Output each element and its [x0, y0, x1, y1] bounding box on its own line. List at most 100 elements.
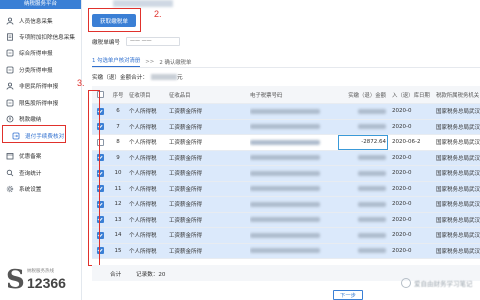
- table-row[interactable]: 9 个人所得税 工资薪金所得 2020-0 国家税务总局武汉: [92, 150, 480, 166]
- breadcrumb: [113, 0, 173, 7]
- cell-tax-category: 工资薪金所得: [169, 140, 203, 147]
- cell-tax-authority: 国家税务总局武汉: [436, 124, 480, 131]
- divider: [92, 67, 480, 68]
- step-tabs: 1 勾选单户核对清册 >> 2 确认缴税单: [92, 56, 191, 67]
- person-icon: [6, 17, 14, 25]
- header-tax-item: 征收项目: [129, 92, 151, 99]
- sidebar-item-label: 专项附加扣除信息采集: [19, 35, 75, 41]
- sidebar-item-2[interactable]: 专项附加扣除信息采集: [3, 29, 79, 45]
- tax-slip-filter: 缴税单编号 —— ——: [92, 37, 180, 46]
- cell-date: 2020-06-2: [392, 139, 421, 146]
- sidebar-item-11[interactable]: 系统设置: [3, 181, 79, 197]
- cell-amount-redacted: [338, 166, 388, 181]
- cell-amount: -2872.64: [361, 139, 386, 146]
- table-row[interactable]: 13 个人所得税 工资薪金所得 2020-0 国家税务总局武汉: [92, 212, 480, 228]
- table-row[interactable]: 10 个人所得税 工资薪金所得 2020-0 国家税务总局武汉: [92, 166, 480, 182]
- header-date: 入（退）库日期: [392, 92, 430, 99]
- cell-tax-category: 工资薪金所得: [169, 186, 203, 193]
- sidebar-item-label: 综合所得申报: [19, 51, 53, 57]
- header-ticket-number: 电子税票号码: [250, 92, 283, 99]
- cell-tax-item: 个人所得税: [129, 124, 157, 131]
- table-row[interactable]: 8 个人所得税 工资薪金所得 -2872.64 2020-06-2 国家税务总局武汉: [92, 135, 480, 151]
- tab-step-1[interactable]: 1 勾选单户核对清册: [92, 56, 141, 67]
- annotation-label-3: 3.: [77, 78, 85, 88]
- cell-ticket-number-redacted: [250, 166, 338, 181]
- cell-ticket-number-redacted: [250, 197, 338, 212]
- sidebar-item-label: 系统设置: [19, 187, 42, 193]
- file-icon: [6, 49, 14, 57]
- gear-icon: [6, 185, 14, 193]
- cell-serial: 11: [114, 185, 122, 192]
- tax-slip-number-select[interactable]: —— ——: [125, 37, 180, 46]
- header-serial: 序号: [112, 92, 124, 99]
- cell-tax-item: 个人所得税: [129, 233, 157, 240]
- cell-tax-category: 工资薪金所得: [169, 248, 203, 255]
- cell-tax-item: 个人所得税: [129, 109, 157, 116]
- cell-amount-redacted: [338, 151, 388, 166]
- sidebar-item-label: 税款缴纳: [19, 117, 42, 123]
- table-row[interactable]: 7 个人所得税 工资薪金所得 2020-0 国家税务总局武汉: [92, 119, 480, 135]
- tab-step-2[interactable]: 2 确认缴税单: [159, 58, 191, 66]
- cell-date: 2020-0: [392, 247, 412, 254]
- cell-tax-authority: 国家税务总局武汉: [436, 248, 480, 255]
- cell-tax-category: 工资薪金所得: [169, 109, 203, 116]
- tax-slip-number-label: 缴税单编号: [92, 39, 120, 46]
- sidebar-item-label: 分类所得申报: [19, 68, 53, 74]
- sidebar-brand: 纳税服务平台: [0, 0, 81, 9]
- annotation-box-refund-menu: [2, 125, 66, 143]
- watermark-text: 爱自由财务学习笔记: [414, 280, 473, 288]
- calendar-icon: [6, 152, 14, 160]
- cell-tax-item: 个人所得税: [129, 140, 157, 147]
- sidebar-item-5[interactable]: 非居民所得申报: [3, 78, 79, 94]
- cell-ticket-number-redacted: [250, 120, 338, 135]
- cell-tax-item: 个人所得税: [129, 202, 157, 209]
- sidebar-item-1[interactable]: 人员信息采集: [3, 13, 79, 29]
- annotation-box-checkboxes: [88, 90, 100, 266]
- cell-tax-authority: 国家税务总局武汉: [436, 171, 480, 178]
- cell-serial: 10: [114, 170, 122, 177]
- header-tax-category: 征收品目: [169, 92, 191, 99]
- table-row[interactable]: 6 个人所得税 工资薪金所得 2020-0 国家税务总局武汉: [92, 104, 480, 120]
- cell-amount-redacted: [338, 104, 388, 119]
- logo-mark: S: [6, 265, 25, 295]
- table-row[interactable]: 11 个人所得税 工资薪金所得 2020-0 国家税务总局武汉: [92, 181, 480, 197]
- sidebar-item-label: 非居民所得申报: [19, 84, 59, 90]
- cell-tax-item: 个人所得税: [129, 248, 157, 255]
- cell-date: 2020-0: [392, 108, 412, 115]
- table-row[interactable]: 14 个人所得税 工资薪金所得 2020-0 国家税务总局武汉: [92, 228, 480, 244]
- cell-tax-item: 个人所得税: [129, 186, 157, 193]
- circle-icon: ¥: [6, 115, 14, 123]
- cell-tax-authority: 国家税务总局武汉: [436, 109, 480, 116]
- cell-date: 2020-0: [392, 232, 412, 239]
- sidebar-item-9[interactable]: 优惠备案: [3, 148, 79, 164]
- logo-tagline: 纳税服务热线: [27, 269, 54, 274]
- cell-tax-authority: 国家税务总局武汉: [436, 140, 480, 147]
- cell-amount-redacted: [338, 120, 388, 135]
- cell-tax-category: 工资薪金所得: [169, 217, 203, 224]
- sidebar-item-10[interactable]: 查询统计: [3, 165, 79, 181]
- sidebar-item-6[interactable]: 限售股所得申报: [3, 95, 79, 111]
- cell-amount-redacted: [338, 182, 388, 197]
- cell-ticket-number-redacted: [250, 244, 338, 259]
- cell-serial: 13: [114, 216, 122, 223]
- table-row[interactable]: 15 个人所得税 工资薪金所得 2020-0 国家税务总局武汉: [92, 243, 480, 259]
- cell-tax-item: 个人所得税: [129, 217, 157, 224]
- cell-ticket-number-redacted: [250, 213, 338, 228]
- total-amount-label: 实缴（退）金额合计：: [92, 75, 148, 81]
- wechat-icon: [401, 278, 411, 288]
- sidebar-item-4[interactable]: 分类所得申报: [3, 62, 79, 78]
- watermark: 爱自由财务学习笔记: [401, 278, 473, 288]
- cell-serial: 12: [114, 201, 122, 208]
- get-tax-slip-button[interactable]: 获取缴税单: [92, 14, 136, 27]
- table-row[interactable]: 12 个人所得税 工资薪金所得 2020-0 国家税务总局武汉: [92, 197, 480, 213]
- hotline-logo: S 纳税服务热线 12366: [6, 264, 76, 298]
- file-icon: [6, 99, 14, 107]
- cell-serial: 6: [116, 108, 120, 115]
- cell-date: 2020-0: [392, 170, 412, 177]
- file-icon: [6, 66, 14, 74]
- footer-total-label: 合计: [110, 272, 122, 278]
- cell-serial: 9: [116, 154, 120, 161]
- sidebar-item-3[interactable]: 综合所得申报: [3, 45, 79, 61]
- cell-serial: 7: [116, 123, 120, 130]
- next-step-button[interactable]: 下一步: [333, 290, 363, 300]
